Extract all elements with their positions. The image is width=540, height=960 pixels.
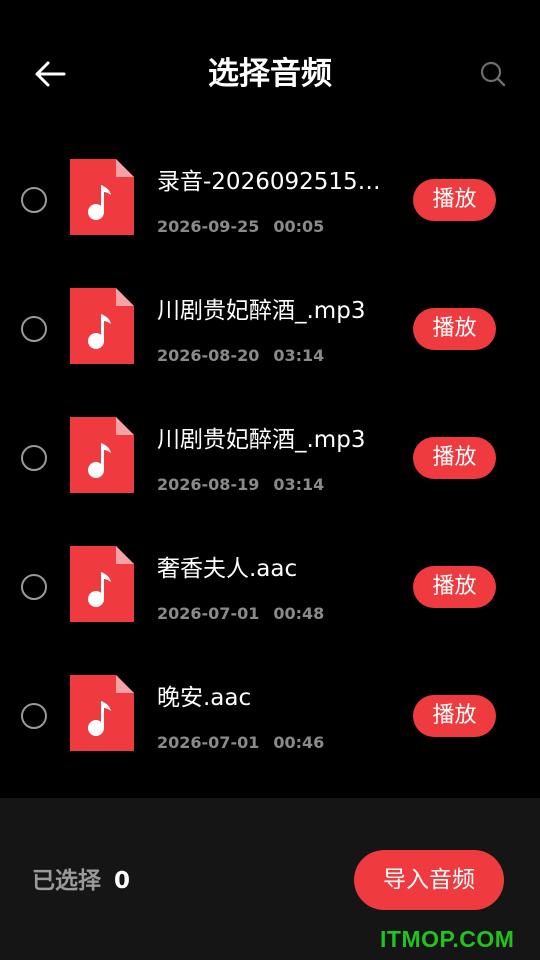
import-audio-button[interactable]: 导入音频 — [354, 850, 504, 910]
play-button[interactable]: 播放 — [413, 695, 496, 737]
file-date: 2026-07-01 — [157, 604, 260, 623]
file-date: 2026-07-01 — [157, 733, 260, 752]
select-radio[interactable] — [21, 703, 47, 729]
file-duration: 03:14 — [273, 346, 325, 365]
watermark: ITMOP.COM — [380, 926, 515, 952]
file-meta: 2026-09-25 00:05 — [157, 216, 324, 238]
selected-label: 已选择 — [32, 868, 101, 894]
file-meta: 2026-08-19 03:14 — [157, 474, 324, 496]
play-button[interactable]: 播放 — [413, 308, 496, 350]
select-radio[interactable] — [21, 187, 47, 213]
list-item[interactable]: 奢香夫人.aac 2026-07-01 00:48 播放 — [0, 523, 540, 652]
list-item[interactable]: 录音-20260925153… 2026-09-25 00:05 播放 — [0, 136, 540, 265]
music-file-icon — [70, 675, 134, 751]
file-meta: 2026-07-01 00:48 — [157, 603, 324, 625]
play-button[interactable]: 播放 — [413, 179, 496, 221]
screen: 选择音频 录音-20260925153… 2026-09-25 00:05 播放 — [0, 0, 540, 960]
page-title: 选择音频 — [208, 56, 332, 92]
file-name: 奢香夫人.aac — [157, 556, 298, 582]
file-date: 2026-08-19 — [157, 475, 260, 494]
file-date: 2026-08-20 — [157, 346, 260, 365]
select-radio[interactable] — [21, 574, 47, 600]
file-date: 2026-09-25 — [157, 217, 260, 236]
audio-list: 录音-20260925153… 2026-09-25 00:05 播放 川剧贵妃醉… — [0, 136, 540, 781]
music-file-icon — [70, 159, 134, 235]
file-name: 川剧贵妃醉酒_.mp3 — [157, 427, 366, 453]
file-meta: 2026-07-01 00:46 — [157, 732, 324, 754]
search-icon — [480, 61, 506, 87]
list-item[interactable]: 川剧贵妃醉酒_.mp3 2026-08-19 03:14 播放 — [0, 394, 540, 523]
play-button[interactable]: 播放 — [413, 437, 496, 479]
select-radio[interactable] — [21, 445, 47, 471]
file-name: 录音-20260925153… — [157, 169, 389, 195]
list-item[interactable]: 晚安.aac 2026-07-01 00:46 播放 — [0, 652, 540, 781]
file-duration: 00:48 — [273, 604, 325, 623]
list-item[interactable]: 川剧贵妃醉酒_.mp3 2026-08-20 03:14 播放 — [0, 265, 540, 394]
file-meta: 2026-08-20 03:14 — [157, 345, 324, 367]
file-duration: 00:05 — [273, 217, 325, 236]
file-duration: 00:46 — [273, 733, 325, 752]
music-file-icon — [70, 546, 134, 622]
header: 选择音频 — [0, 0, 540, 148]
music-file-icon — [70, 288, 134, 364]
play-button[interactable]: 播放 — [413, 566, 496, 608]
search-button[interactable] — [470, 52, 516, 96]
select-radio[interactable] — [21, 316, 47, 342]
selected-count: 0 — [114, 868, 131, 894]
music-file-icon — [70, 417, 134, 493]
file-duration: 03:14 — [273, 475, 325, 494]
file-name: 川剧贵妃醉酒_.mp3 — [157, 298, 366, 324]
file-name: 晚安.aac — [157, 685, 252, 711]
footer-bar: 已选择 0 导入音频 ITMOP.COM — [0, 798, 540, 960]
